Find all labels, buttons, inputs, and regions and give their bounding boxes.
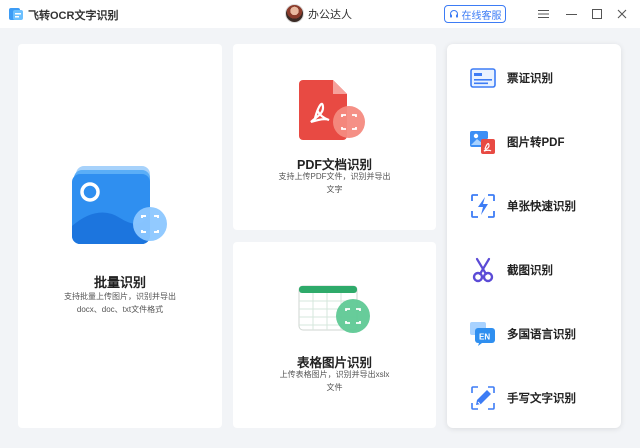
batch-recognition-desc-2: docx、doc、txt文件格式 <box>76 305 164 314</box>
lightning-scan-icon <box>469 192 497 220</box>
svg-text:EN: EN <box>479 333 490 342</box>
feature-side-panel: 票证识别 图片转PDF 单张快速识别 截图识别 EN 多国语言识别 手写文字识别 <box>447 44 621 428</box>
side-item-image-to-pdf[interactable]: 图片转PDF <box>447 122 621 162</box>
batch-recognition-desc-1: 支持批量上传图片，识别并导出 <box>64 292 176 301</box>
side-item-quick-recognition[interactable]: 单张快速识别 <box>447 186 621 226</box>
side-item-screenshot-recognition[interactable]: 截图识别 <box>447 250 621 290</box>
side-item-label: 单张快速识别 <box>507 201 576 213</box>
batch-recognition-title: 批量识别 <box>93 275 146 290</box>
table-recognition-desc-1: 上传表格图片，识别并导出xslx <box>279 370 390 379</box>
pdf-recognition-desc-2: 文字 <box>326 185 343 194</box>
handwriting-pen-icon <box>469 384 497 412</box>
side-item-multilanguage-recognition[interactable]: EN 多国语言识别 <box>447 314 621 354</box>
table-recognition-desc-2: 文件 <box>326 383 343 392</box>
side-item-handwriting-recognition[interactable]: 手写文字识别 <box>447 378 621 418</box>
side-item-label: 多国语言识别 <box>507 329 576 341</box>
headset-icon <box>449 10 458 18</box>
pdf-recognition-desc-1: 支持上传PDF文件，识别并导出 <box>278 172 391 181</box>
ticket-id-icon <box>469 64 497 92</box>
side-item-label: 手写文字识别 <box>507 393 576 405</box>
batch-recognition-card[interactable]: 批量识别 支持批量上传图片，识别并导出 docx、doc、txt文件格式 <box>18 44 222 428</box>
side-item-label: 票证识别 <box>507 73 553 85</box>
scissors-icon <box>469 256 497 284</box>
image-to-pdf-icon <box>469 128 497 156</box>
spreadsheet-icon <box>298 285 370 333</box>
title-bar: 飞转OCR文字识别 办公达人 在线客服 <box>0 0 640 28</box>
maximize-icon[interactable] <box>587 4 607 24</box>
batch-images-icon <box>72 166 167 244</box>
avatar[interactable] <box>285 4 304 23</box>
app-title: 飞转OCR文字识别 <box>28 10 119 22</box>
pdf-document-icon <box>299 80 365 140</box>
minimize-icon[interactable] <box>561 4 581 24</box>
app-logo-icon <box>9 8 23 20</box>
online-service-button[interactable]: 在线客服 <box>444 5 506 23</box>
table-recognition-card[interactable]: 表格图片识别 上传表格图片，识别并导出xslx 文件 <box>233 242 436 428</box>
close-icon[interactable] <box>612 4 632 24</box>
side-item-ticket-recognition[interactable]: 票证识别 <box>447 58 621 98</box>
username[interactable]: 办公达人 <box>308 6 352 22</box>
side-item-label: 截图识别 <box>507 265 553 277</box>
online-service-label: 在线客服 <box>461 10 502 22</box>
side-item-label: 图片转PDF <box>507 137 565 149</box>
user-profile[interactable]: 办公达人 <box>285 4 352 23</box>
pdf-recognition-card[interactable]: PDF文档识别 支持上传PDF文件，识别并导出 文字 <box>233 44 436 230</box>
menu-icon[interactable] <box>533 4 553 24</box>
language-en-icon: EN <box>469 320 497 348</box>
